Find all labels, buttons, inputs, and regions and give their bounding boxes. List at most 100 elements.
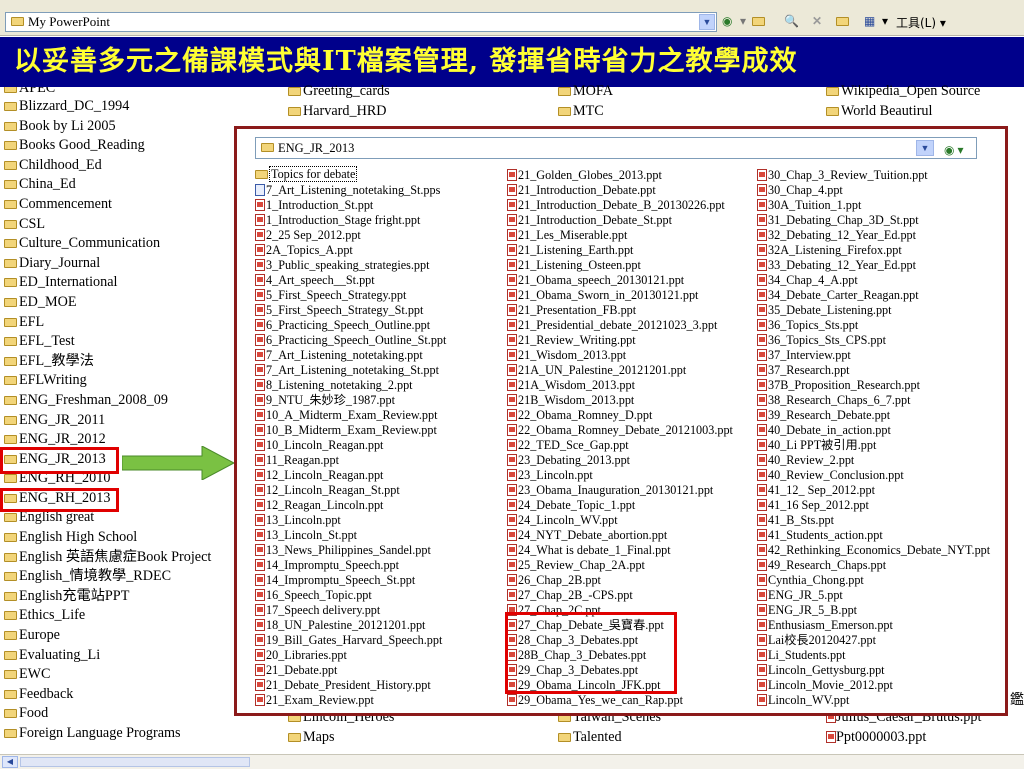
- list-item[interactable]: 5_First_Speech_Strategy.ppt: [255, 287, 446, 302]
- list-item[interactable]: 21_Les_Miserable.ppt: [507, 227, 733, 242]
- list-item[interactable]: Greeting_cards: [288, 82, 390, 102]
- new-folder-icon[interactable]: [836, 14, 849, 29]
- list-item[interactable]: China_Ed: [4, 175, 211, 195]
- views-icon[interactable]: ▦: [864, 14, 875, 29]
- list-item[interactable]: 21_Wisdom_2013.ppt: [507, 347, 733, 362]
- list-item[interactable]: Book by Li 2005: [4, 117, 211, 137]
- list-item[interactable]: 7_Art_Listening_notetaking_St.ppt: [255, 362, 446, 377]
- list-item[interactable]: EFL_教學法: [4, 352, 211, 372]
- list-item[interactable]: Childhood_Ed: [4, 156, 211, 176]
- back-dropdown-icon[interactable]: ▾: [740, 14, 746, 29]
- go-icon[interactable]: ◉: [722, 14, 732, 29]
- list-item[interactable]: Li_Students.ppt: [757, 647, 990, 662]
- list-item[interactable]: Enthusiasm_Emerson.ppt: [757, 617, 990, 632]
- scroll-left-button[interactable]: ◀: [2, 756, 18, 768]
- list-item[interactable]: Ppt0000003.ppt: [826, 728, 981, 748]
- folder-up-icon[interactable]: [752, 14, 765, 29]
- list-item[interactable]: Cynthia_Chong.ppt: [757, 572, 990, 587]
- list-item[interactable]: Evaluating_Li: [4, 646, 211, 666]
- list-item[interactable]: 33_Debating_12_Year_Ed.ppt: [757, 257, 990, 272]
- list-item[interactable]: Lincoln_Movie_2012.ppt: [757, 677, 990, 692]
- list-item[interactable]: Topics for debate: [255, 166, 446, 182]
- tools-menu[interactable]: 工具(L) ▾: [896, 14, 946, 31]
- list-item[interactable]: MOFA: [558, 82, 613, 102]
- list-item[interactable]: 23_Lincoln.ppt: [507, 467, 733, 482]
- list-item[interactable]: 32_Debating_12_Year_Ed.ppt: [757, 227, 990, 242]
- list-item[interactable]: 41_16 Sep_2012.ppt: [757, 497, 990, 512]
- list-item[interactable]: 16_Speech_Topic.ppt: [255, 587, 446, 602]
- list-item[interactable]: 39_Research_Debate.ppt: [757, 407, 990, 422]
- list-item[interactable]: 40_Li PPT被引用.ppt: [757, 437, 990, 452]
- list-item[interactable]: 6_Practicing_Speech_Outline_St.ppt: [255, 332, 446, 347]
- list-item[interactable]: 9_NTU_朱妙珍_1987.ppt: [255, 392, 446, 407]
- list-item[interactable]: 40_Review_2.ppt: [757, 452, 990, 467]
- list-item[interactable]: 1_Introduction_Stage fright.ppt: [255, 212, 446, 227]
- list-item[interactable]: 12_Lincoln_Reagan_St.ppt: [255, 482, 446, 497]
- list-item[interactable]: 24_NYT_Debate_abortion.ppt: [507, 527, 733, 542]
- list-item[interactable]: 13_Lincoln.ppt: [255, 512, 446, 527]
- list-item[interactable]: 6_Practicing_Speech_Outline.ppt: [255, 317, 446, 332]
- list-item[interactable]: 12_Lincoln_Reagan.ppt: [255, 467, 446, 482]
- list-item[interactable]: 34_Chap_4_A.ppt: [757, 272, 990, 287]
- list-item[interactable]: 49_Research_Chaps.ppt: [757, 557, 990, 572]
- list-item[interactable]: 4_Art_speech__St.ppt: [255, 272, 446, 287]
- list-item[interactable]: 5_First_Speech_Strategy_St.ppt: [255, 302, 446, 317]
- list-item[interactable]: English充電站PPT: [4, 587, 211, 607]
- list-item[interactable]: Lai校長20120427.ppt: [757, 632, 990, 647]
- list-item[interactable]: 24_What is debate_1_Final.ppt: [507, 542, 733, 557]
- list-item[interactable]: 40_Review_Conclusion.ppt: [757, 467, 990, 482]
- list-item[interactable]: Wikipedia_Open Source: [826, 82, 980, 102]
- list-item[interactable]: 21_Obama_speech_20130121.ppt: [507, 272, 733, 287]
- list-item[interactable]: 24_Debate_Topic_1.ppt: [507, 497, 733, 512]
- list-item[interactable]: 21_Exam_Review.ppt: [255, 692, 446, 707]
- list-item[interactable]: 21_Introduction_Debate_St.ppt: [507, 212, 733, 227]
- list-item[interactable]: 42_Rethinking_Economics_Debate_NYT.ppt: [757, 542, 990, 557]
- list-item[interactable]: 29_Obama_Yes_we_can_Rap.ppt: [507, 692, 733, 707]
- list-item[interactable]: 17_Speech delivery.ppt: [255, 602, 446, 617]
- list-item[interactable]: 21A_Wisdom_2013.ppt: [507, 377, 733, 392]
- views-dropdown-icon[interactable]: ▾: [882, 14, 888, 29]
- list-item[interactable]: 10_B_Midterm_Exam_Review.ppt: [255, 422, 446, 437]
- list-item[interactable]: 13_News_Philippines_Sandel.ppt: [255, 542, 446, 557]
- list-item[interactable]: Harvard_HRD: [288, 102, 390, 122]
- list-item[interactable]: 19_Bill_Gates_Harvard_Speech.ppt: [255, 632, 446, 647]
- scrollbar-thumb[interactable]: [20, 757, 250, 767]
- list-item[interactable]: 14_Impromptu_Speech.ppt: [255, 557, 446, 572]
- list-item[interactable]: APEC: [4, 87, 211, 97]
- list-item[interactable]: 7_Art_Listening_notetaking_St.pps: [255, 182, 446, 197]
- address-bar[interactable]: My PowerPoint ▼: [5, 12, 717, 32]
- list-item[interactable]: 21_Introduction_Debate.ppt: [507, 182, 733, 197]
- list-item[interactable]: 1_Introduction_St.ppt: [255, 197, 446, 212]
- list-item[interactable]: 21_Listening_Earth.ppt: [507, 242, 733, 257]
- list-item[interactable]: 24_Lincoln_WV.ppt: [507, 512, 733, 527]
- list-item[interactable]: 12_Reagan_Lincoln.ppt: [255, 497, 446, 512]
- list-item[interactable]: 10_Lincoln_Reagan.ppt: [255, 437, 446, 452]
- list-item[interactable]: Culture_Communication: [4, 234, 211, 254]
- list-item[interactable]: 21_Presentation_FB.ppt: [507, 302, 733, 317]
- list-item[interactable]: 25_Review_Chap_2A.ppt: [507, 557, 733, 572]
- list-item[interactable]: 27_Chap_2B_-CPS.ppt: [507, 587, 733, 602]
- list-item[interactable]: 22_TED_Sce_Gap.ppt: [507, 437, 733, 452]
- list-item[interactable]: 31_Debating_Chap_3D_St.ppt: [757, 212, 990, 227]
- list-item[interactable]: 40_Debate_in_action.ppt: [757, 422, 990, 437]
- list-item[interactable]: 26_Chap_2B.ppt: [507, 572, 733, 587]
- window-go-icon[interactable]: ◉ ▾: [944, 140, 964, 160]
- list-item[interactable]: Maps: [288, 728, 394, 748]
- list-item[interactable]: Diary_Journal: [4, 254, 211, 274]
- list-item[interactable]: 23_Debating_2013.ppt: [507, 452, 733, 467]
- list-item[interactable]: 38_Research_Chaps_6_7.ppt: [757, 392, 990, 407]
- delete-icon[interactable]: ✕: [812, 14, 822, 29]
- list-item[interactable]: ED_MOE: [4, 293, 211, 313]
- list-item[interactable]: Foreign Language Programs: [4, 724, 211, 744]
- list-item[interactable]: 14_Impromptu_Speech_St.ppt: [255, 572, 446, 587]
- list-item[interactable]: 30A_Tuition_1.ppt: [757, 197, 990, 212]
- list-item[interactable]: CSL: [4, 215, 211, 235]
- list-item[interactable]: 21_Golden_Globes_2013.ppt: [507, 167, 733, 182]
- list-item[interactable]: 18_UN_Palestine_20121201.ppt: [255, 617, 446, 632]
- list-item[interactable]: 2_25 Sep_2012.ppt: [255, 227, 446, 242]
- list-item[interactable]: Lincoln_WV.ppt: [757, 692, 990, 707]
- list-item[interactable]: 22_Obama_Romney_D.ppt: [507, 407, 733, 422]
- list-item[interactable]: 21_Debate.ppt: [255, 662, 446, 677]
- list-item[interactable]: 3_Public_speaking_strategies.ppt: [255, 257, 446, 272]
- list-item[interactable]: 34_Debate_Carter_Reagan.ppt: [757, 287, 990, 302]
